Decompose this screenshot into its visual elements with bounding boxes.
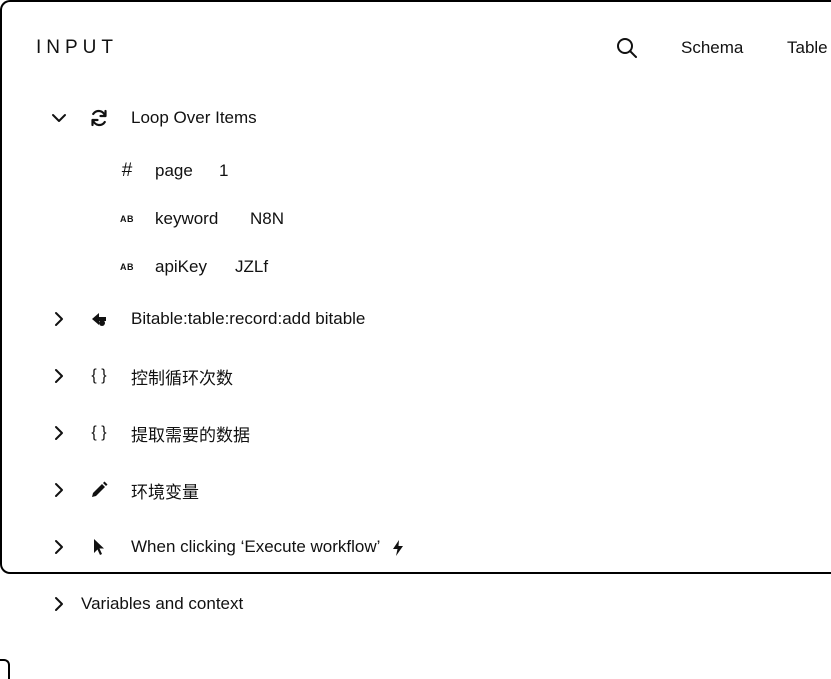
node-label-env-vars: 环境变量 (131, 482, 199, 502)
tree-node-extract-data[interactable]: { } 提取需要的数据 (0, 415, 831, 451)
refresh-icon (88, 107, 110, 129)
tree-node-env-vars[interactable]: 环境变量 (0, 472, 831, 508)
next-panel-corner (0, 659, 10, 679)
tree-node-loop-count[interactable]: { } 控制循环次数 (0, 358, 831, 394)
string-type-icon: AB (120, 214, 134, 224)
chevron-right-icon[interactable] (48, 479, 70, 501)
search-icon (617, 38, 637, 58)
tab-table[interactable]: Table (787, 38, 828, 58)
tree-node-bitable[interactable]: Bitable:table:record:add bitable (0, 301, 831, 337)
chevron-right-icon[interactable] (48, 422, 70, 444)
node-label-manual-trigger: When clicking ‘Execute workflow’ (131, 537, 404, 557)
string-type-icon: AB (120, 262, 134, 272)
field-name: page (155, 161, 193, 180)
tree-node-manual-trigger[interactable]: When clicking ‘Execute workflow’ (0, 529, 831, 565)
chevron-down-icon[interactable] (48, 107, 70, 129)
field-value: 1 (219, 161, 229, 180)
variables-and-context[interactable]: Variables and context (0, 586, 831, 622)
chevron-right-icon[interactable] (48, 308, 70, 330)
lightning-icon (393, 539, 404, 556)
pencil-icon (88, 479, 110, 501)
search-button[interactable] (612, 33, 642, 63)
braces-icon: { } (91, 424, 107, 441)
braces-icon: { } (91, 367, 107, 384)
trigger-label-text: When clicking ‘Execute workflow’ (131, 537, 381, 556)
panel-title: INPUT (36, 37, 118, 58)
number-type-icon: # (121, 160, 133, 181)
tree-node-loop-over-items[interactable]: Loop Over Items (0, 100, 831, 136)
field-name: apiKey (155, 257, 207, 276)
node-label-extract-data: 提取需要的数据 (131, 425, 250, 445)
field-row-apikey[interactable]: AB apiKey JZLf (0, 249, 831, 285)
tab-schema[interactable]: Schema (681, 38, 743, 58)
field-name: keyword (155, 209, 219, 228)
chevron-right-icon[interactable] (48, 593, 70, 615)
chevron-right-icon[interactable] (48, 536, 70, 558)
node-label-loop-over-items: Loop Over Items (131, 108, 257, 127)
field-row-page[interactable]: # page 1 (0, 153, 831, 189)
field-value: JZLf (235, 257, 269, 276)
node-label-bitable: Bitable:table:record:add bitable (131, 309, 366, 328)
chevron-right-icon[interactable] (48, 365, 70, 387)
bitable-logo-icon (88, 308, 110, 330)
node-label-loop-count: 控制循环次数 (131, 368, 233, 388)
variables-and-context-label: Variables and context (81, 594, 244, 613)
field-row-keyword[interactable]: AB keyword N8N (0, 201, 831, 237)
field-value: N8N (250, 209, 285, 228)
cursor-pointer-icon (88, 536, 110, 558)
